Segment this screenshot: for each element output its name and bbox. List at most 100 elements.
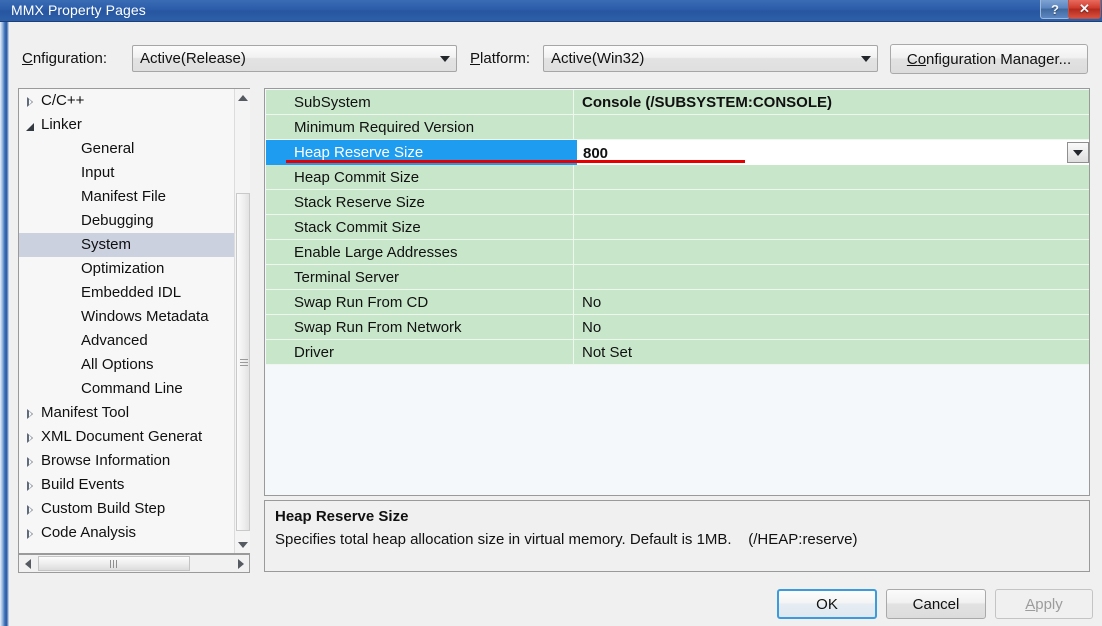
tree-expander-closed-icon[interactable] — [23, 401, 37, 427]
scroll-right-icon[interactable] — [232, 555, 249, 572]
tree-vertical-scrollbar[interactable] — [234, 89, 250, 553]
platform-combobox[interactable]: Active(Win32) — [543, 45, 878, 72]
sidebar-item-command-line[interactable]: Command Line — [19, 377, 235, 401]
configuration-label-accel: C — [22, 50, 33, 67]
value-dropdown-button[interactable] — [1067, 142, 1089, 163]
sidebar-item-build-events[interactable]: Build Events — [19, 473, 235, 497]
configuration-manager-accel: o — [917, 50, 927, 68]
sidebar-item-label: Browse Information — [41, 452, 171, 469]
vertical-scroll-thumb[interactable] — [236, 193, 250, 531]
platform-label: Platform: — [470, 50, 530, 67]
help-button[interactable]: ? — [1040, 0, 1070, 19]
sidebar-item-label: Manifest Tool — [41, 404, 130, 421]
sidebar-item-label: Build Events — [41, 476, 125, 493]
tree-expander-closed-icon[interactable] — [23, 521, 37, 547]
sidebar-item-all-options[interactable]: All Options — [19, 353, 235, 377]
tree-expander-closed-icon[interactable] — [23, 473, 37, 499]
property-row[interactable]: Enable Large Addresses — [266, 240, 1089, 265]
chevron-down-icon[interactable] — [855, 55, 877, 62]
apply-button[interactable]: Apply — [995, 589, 1093, 619]
property-grid-rows: SubSystem Console (/SUBSYSTEM:CONSOLE) Min… — [266, 90, 1089, 365]
tree-expander-closed-icon[interactable] — [23, 497, 37, 523]
property-value: No — [582, 294, 602, 311]
property-grid[interactable]: SubSystem Console (/SUBSYSTEM:CONSOLE) Min… — [264, 88, 1090, 496]
horizontal-scroll-thumb[interactable] — [38, 556, 190, 571]
sidebar-item-debugging[interactable]: Debugging — [19, 209, 235, 233]
property-value — [574, 115, 1089, 139]
sidebar-item-embedded-idl[interactable]: Embedded IDL — [19, 281, 235, 305]
close-icon[interactable]: ✕ — [1068, 0, 1101, 19]
sidebar-item-c-c[interactable]: C/C++ — [19, 89, 235, 113]
tree-expander-closed-icon[interactable] — [23, 89, 37, 115]
sidebar-item-label: Advanced — [81, 332, 148, 349]
sidebar-item-manifest-file[interactable]: Manifest File — [19, 185, 235, 209]
chevron-down-icon[interactable] — [434, 55, 456, 62]
sidebar-item-manifest-tool[interactable]: Manifest Tool — [19, 401, 235, 425]
configuration-combobox[interactable]: Active(Release) — [132, 45, 457, 72]
apply-accel: A — [1025, 595, 1036, 613]
sidebar-item-input[interactable]: Input — [19, 161, 235, 185]
tree-expander-closed-icon[interactable] — [23, 449, 37, 475]
sidebar-item-optimization[interactable]: Optimization — [19, 257, 235, 281]
sidebar-item-system[interactable]: System — [19, 233, 235, 257]
sidebar-item-advanced[interactable]: Advanced — [19, 329, 235, 353]
sidebar-item-label: General — [81, 140, 135, 157]
sidebar-item-label: Windows Metadata — [81, 308, 209, 325]
configuration-manager-label: nfiguration Manager... — [926, 50, 1072, 68]
sidebar-item-label: Debugging — [81, 212, 154, 229]
property-value — [574, 265, 1089, 289]
window-title: MMX Property Pages — [11, 2, 146, 18]
sidebar-item-xml-document-generat[interactable]: XML Document Generat — [19, 425, 235, 449]
sidebar-item-label: Optimization — [81, 260, 165, 277]
sidebar-item-browse-information[interactable]: Browse Information — [19, 449, 235, 473]
sidebar-item-label: Input — [81, 164, 115, 181]
annotation-underline — [286, 160, 745, 163]
scroll-down-icon[interactable] — [235, 536, 250, 553]
settings-tree-list: C/C++ Linker General Input Manifest File Debu… — [19, 89, 235, 545]
property-row[interactable]: Heap Commit Size — [266, 165, 1089, 190]
tree-horizontal-scrollbar[interactable] — [18, 554, 250, 573]
property-value — [574, 165, 1089, 189]
sidebar-item-linker[interactable]: Linker — [19, 113, 235, 137]
property-value — [574, 215, 1089, 239]
property-row[interactable]: Swap Run From Network No — [266, 315, 1089, 340]
configuration-label: Cnfiguration: — [22, 50, 107, 67]
property-name: Heap Commit Size — [266, 165, 574, 189]
platform-label-accel: P — [470, 50, 481, 67]
property-name: Swap Run From CD — [266, 290, 574, 314]
title-bar[interactable]: MMX Property Pages ? ✕ — [0, 0, 1102, 22]
property-row[interactable]: Stack Commit Size — [266, 215, 1089, 240]
tree-expander-closed-icon[interactable] — [23, 425, 37, 451]
scroll-left-icon[interactable] — [19, 555, 36, 572]
ok-button[interactable]: OK — [777, 589, 877, 619]
platform-combobox-value: Active(Win32) — [551, 50, 645, 67]
sidebar-item-label: Embedded IDL — [81, 284, 182, 301]
property-name: Enable Large Addresses — [266, 240, 574, 264]
property-pages-dialog: MMX Property Pages ? ✕ Cnfiguration: Act… — [0, 0, 1102, 626]
configuration-manager-button[interactable]: Co nfiguration Manager... — [890, 44, 1088, 74]
sidebar-item-label: XML Document Generat — [41, 428, 203, 445]
property-name: SubSystem — [266, 90, 574, 114]
sidebar-item-code-analysis[interactable]: Code Analysis — [19, 521, 235, 545]
property-value: Console (/SUBSYSTEM:CONSOLE) — [582, 94, 833, 111]
property-row[interactable]: Terminal Server — [266, 265, 1089, 290]
sidebar-item-windows-metadata[interactable]: Windows Metadata — [19, 305, 235, 329]
property-value: Not Set — [582, 344, 633, 361]
sidebar-item-general[interactable]: General — [19, 137, 235, 161]
property-row[interactable]: Swap Run From CD No — [266, 290, 1089, 315]
tree-expander-open-icon[interactable] — [23, 113, 37, 139]
property-row[interactable]: SubSystem Console (/SUBSYSTEM:CONSOLE) — [266, 90, 1089, 115]
property-row[interactable]: Minimum Required Version — [266, 115, 1089, 140]
sidebar-item-label: Code Analysis — [41, 524, 137, 541]
description-text: Specifies total heap allocation size in … — [275, 531, 858, 548]
cancel-button[interactable]: Cancel — [886, 589, 986, 619]
property-value — [574, 190, 1089, 214]
settings-tree-panel[interactable]: C/C++ Linker General Input Manifest File Debu… — [18, 88, 250, 554]
property-row[interactable]: Stack Reserve Size — [266, 190, 1089, 215]
sidebar-item-custom-build-step[interactable]: Custom Build Step — [19, 497, 235, 521]
scroll-up-icon[interactable] — [235, 89, 250, 106]
scroll-grip-icon — [240, 359, 248, 366]
property-row[interactable]: Driver Not Set — [266, 340, 1089, 365]
configuration-combobox-value: Active(Release) — [140, 50, 246, 67]
configuration-label-text: nfiguration: — [32, 50, 108, 67]
